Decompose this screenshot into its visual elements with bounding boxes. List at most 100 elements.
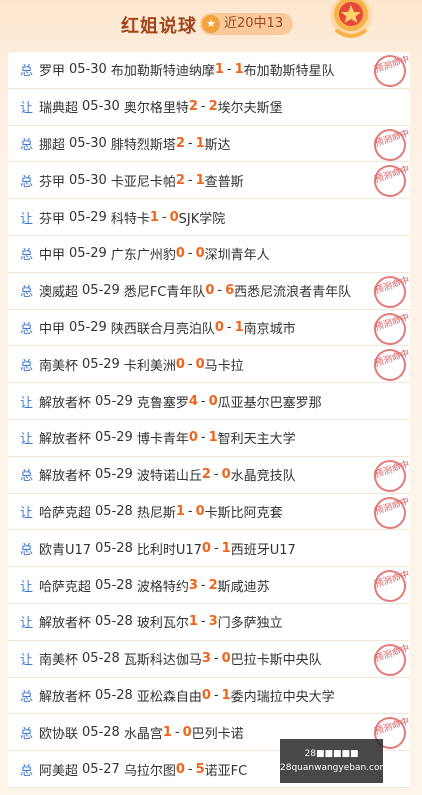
list-item[interactable]: 让瑞典超 05-30 奥尔格里特 2-2 埃尔夫斯堡 [8, 89, 410, 126]
list-item[interactable]: 总解放者杯 05-29 波特诺山丘 2-0 水晶竞技队 预测命中 [8, 455, 411, 496]
home-score: 0 [175, 246, 185, 262]
score-separator: - [200, 577, 206, 593]
score-separator: - [187, 172, 193, 188]
list-item[interactable]: 总澳威超 05-29 悉尼FC青年队 0-6 西悉尼流浪者青年队 预测命中 [8, 271, 411, 312]
list-item[interactable]: 让芬甲 05-29 科特卡 1-0 SJK学院 [8, 199, 410, 236]
league-name: 南美杯 [39, 358, 79, 374]
away-team: 卡斯比阿克套 [204, 505, 283, 521]
list-item[interactable]: 总挪超 05-30 腓特烈斯塔 2-1 斯达 预测命中 [8, 124, 411, 165]
league-name: 南美杯 [39, 653, 79, 669]
match-date: 05-29 [95, 393, 133, 409]
league-name: 哈萨克超 [39, 505, 92, 521]
away-team: 巴列卡诺 [191, 726, 244, 742]
score-separator: - [174, 724, 180, 740]
home-team: 玻利瓦尔 [136, 616, 189, 632]
match-type-tag: 总 [20, 174, 34, 190]
home-score: 2 [175, 135, 185, 151]
prediction-hit-stamp: 预测命中 [369, 271, 411, 312]
home-team: 乌拉尔图 [123, 763, 176, 779]
match-date: 05-30 [69, 62, 107, 78]
score-separator: - [213, 467, 219, 483]
home-team: 卡利美洲 [123, 358, 176, 374]
prediction-hit-stamp: 预测命中 [369, 455, 411, 496]
match-date: 05-29 [82, 356, 120, 372]
away-team: 斯达 [204, 137, 231, 153]
home-score: 3 [188, 577, 198, 593]
score-separator: - [217, 283, 223, 299]
home-score: 1 [214, 62, 224, 78]
match-type-tag: 让 [20, 101, 34, 117]
list-item[interactable]: 总欧青U17 05-28 比利时U17 0-1 西班牙U17 [8, 530, 410, 568]
match-date: 05-29 [69, 319, 107, 335]
watermark-line1: 28■■■■■ [304, 749, 359, 759]
league-name: 解放者杯 [39, 469, 92, 485]
away-team: SJK学院 [178, 211, 226, 227]
list-item[interactable]: 让解放者杯 05-28 玻利瓦尔 1-3 门多萨独立 [8, 604, 410, 641]
list-item[interactable]: 总罗甲 05-30 布加勒斯特迪纳摩 1-1 布加勒斯特星队 预测命中 [8, 50, 411, 92]
match-type-tag: 总 [20, 358, 34, 374]
list-item[interactable]: 让南美杯 05-28 瓦斯科达伽马 3-0 巴拉卡斯中央队 预测命中 [8, 639, 411, 680]
home-score: 2 [175, 172, 185, 188]
home-score: 0 [175, 356, 185, 372]
away-score: 3 [208, 614, 218, 630]
score-separator: - [187, 135, 193, 151]
header: 红姐说球 ★ 近20中13 [0, 0, 422, 50]
away-score: 0 [208, 393, 218, 409]
list-item[interactable]: 总芬甲 05-30 卡亚尼卡帕 2-1 查普斯 预测命中 [8, 161, 411, 202]
home-score: 0 [201, 540, 211, 556]
match-date: 05-28 [82, 651, 120, 667]
away-score: 1 [195, 172, 205, 188]
home-team: 克鲁塞罗 [136, 395, 189, 411]
home-score: 1 [149, 209, 159, 225]
league-name: 挪超 [39, 137, 66, 153]
score-separator: - [213, 540, 219, 556]
league-name: 解放者杯 [39, 395, 92, 411]
list-item[interactable]: 让哈萨克超 05-28 热尼斯 1-0 卡斯比阿克套 预测命中 [8, 492, 411, 533]
home-team: 悉尼FC青年队 [123, 285, 206, 301]
score-separator: - [187, 356, 193, 372]
home-team: 波特诺山丘 [136, 469, 202, 485]
score-separator: - [187, 761, 193, 777]
away-score: 0 [221, 651, 231, 667]
record-badge: ★ 近20中13 [200, 13, 293, 35]
league-name: 芬甲 [39, 174, 66, 190]
match-date: 05-28 [82, 724, 120, 740]
match-date: 05-29 [95, 467, 133, 483]
away-team: 诺亚FC [204, 763, 248, 779]
home-score: 0 [201, 687, 211, 703]
away-team: 埃尔夫斯堡 [217, 101, 283, 117]
home-team: 腓特烈斯塔 [110, 137, 176, 153]
home-score: 2 [201, 467, 211, 483]
away-team: 巴拉卡斯中央队 [230, 653, 322, 669]
away-score: 6 [225, 283, 235, 299]
league-name: 阿美超 [39, 763, 79, 779]
list-item[interactable]: 总中甲 05-29 陕西联合月亮泊队 0-1 南京城市 预测命中 [8, 308, 411, 349]
home-score: 1 [162, 724, 172, 740]
league-name: 罗甲 [39, 64, 66, 80]
list-item[interactable]: 让解放者杯 05-29 博卡青年 0-1 智利天主大学 [8, 420, 410, 457]
list-item[interactable]: 让哈萨克超 05-28 波格特约 3-2 斯咸迪苏 预测命中 [8, 565, 411, 607]
home-team: 奥尔格里特 [123, 101, 189, 117]
match-date: 05-28 [95, 540, 133, 556]
away-score: 1 [221, 687, 231, 703]
list-item[interactable]: 总中甲 05-29 广东广州豹 0-0 深圳青年人 [8, 236, 410, 273]
prediction-hit-stamp: 预测命中 [369, 308, 411, 349]
list-item[interactable]: 让解放者杯 05-29 克鲁塞罗 4-0 瓜亚基尔巴塞罗那 [8, 383, 410, 420]
score-separator: - [213, 687, 219, 703]
list-item[interactable]: 总解放者杯 05-28 亚松森自由 0-1 委内瑞拉中央大学 [8, 678, 410, 715]
match-date: 05-30 [82, 99, 120, 115]
league-name: 中甲 [39, 321, 66, 337]
list-item[interactable]: 总南美杯 05-29 卡利美洲 0-0 马卡拉 预测命中 [8, 345, 411, 386]
home-score: 1 [175, 503, 185, 519]
match-date: 05-28 [95, 687, 133, 703]
league-name: 解放者杯 [39, 689, 92, 705]
match-type-tag: 让 [20, 616, 34, 632]
away-team: 斯咸迪苏 [217, 579, 270, 595]
score-separator: - [213, 651, 219, 667]
away-score: 0 [169, 209, 179, 225]
score-separator: - [187, 503, 193, 519]
match-date: 05-27 [82, 761, 120, 777]
match-list: 总罗甲 05-30 布加勒斯特迪纳摩 1-1 布加勒斯特星队 预测命中让瑞典超 05-30 奥… [8, 50, 411, 788]
match-type-tag: 让 [20, 395, 34, 411]
away-score: 1 [208, 430, 218, 446]
